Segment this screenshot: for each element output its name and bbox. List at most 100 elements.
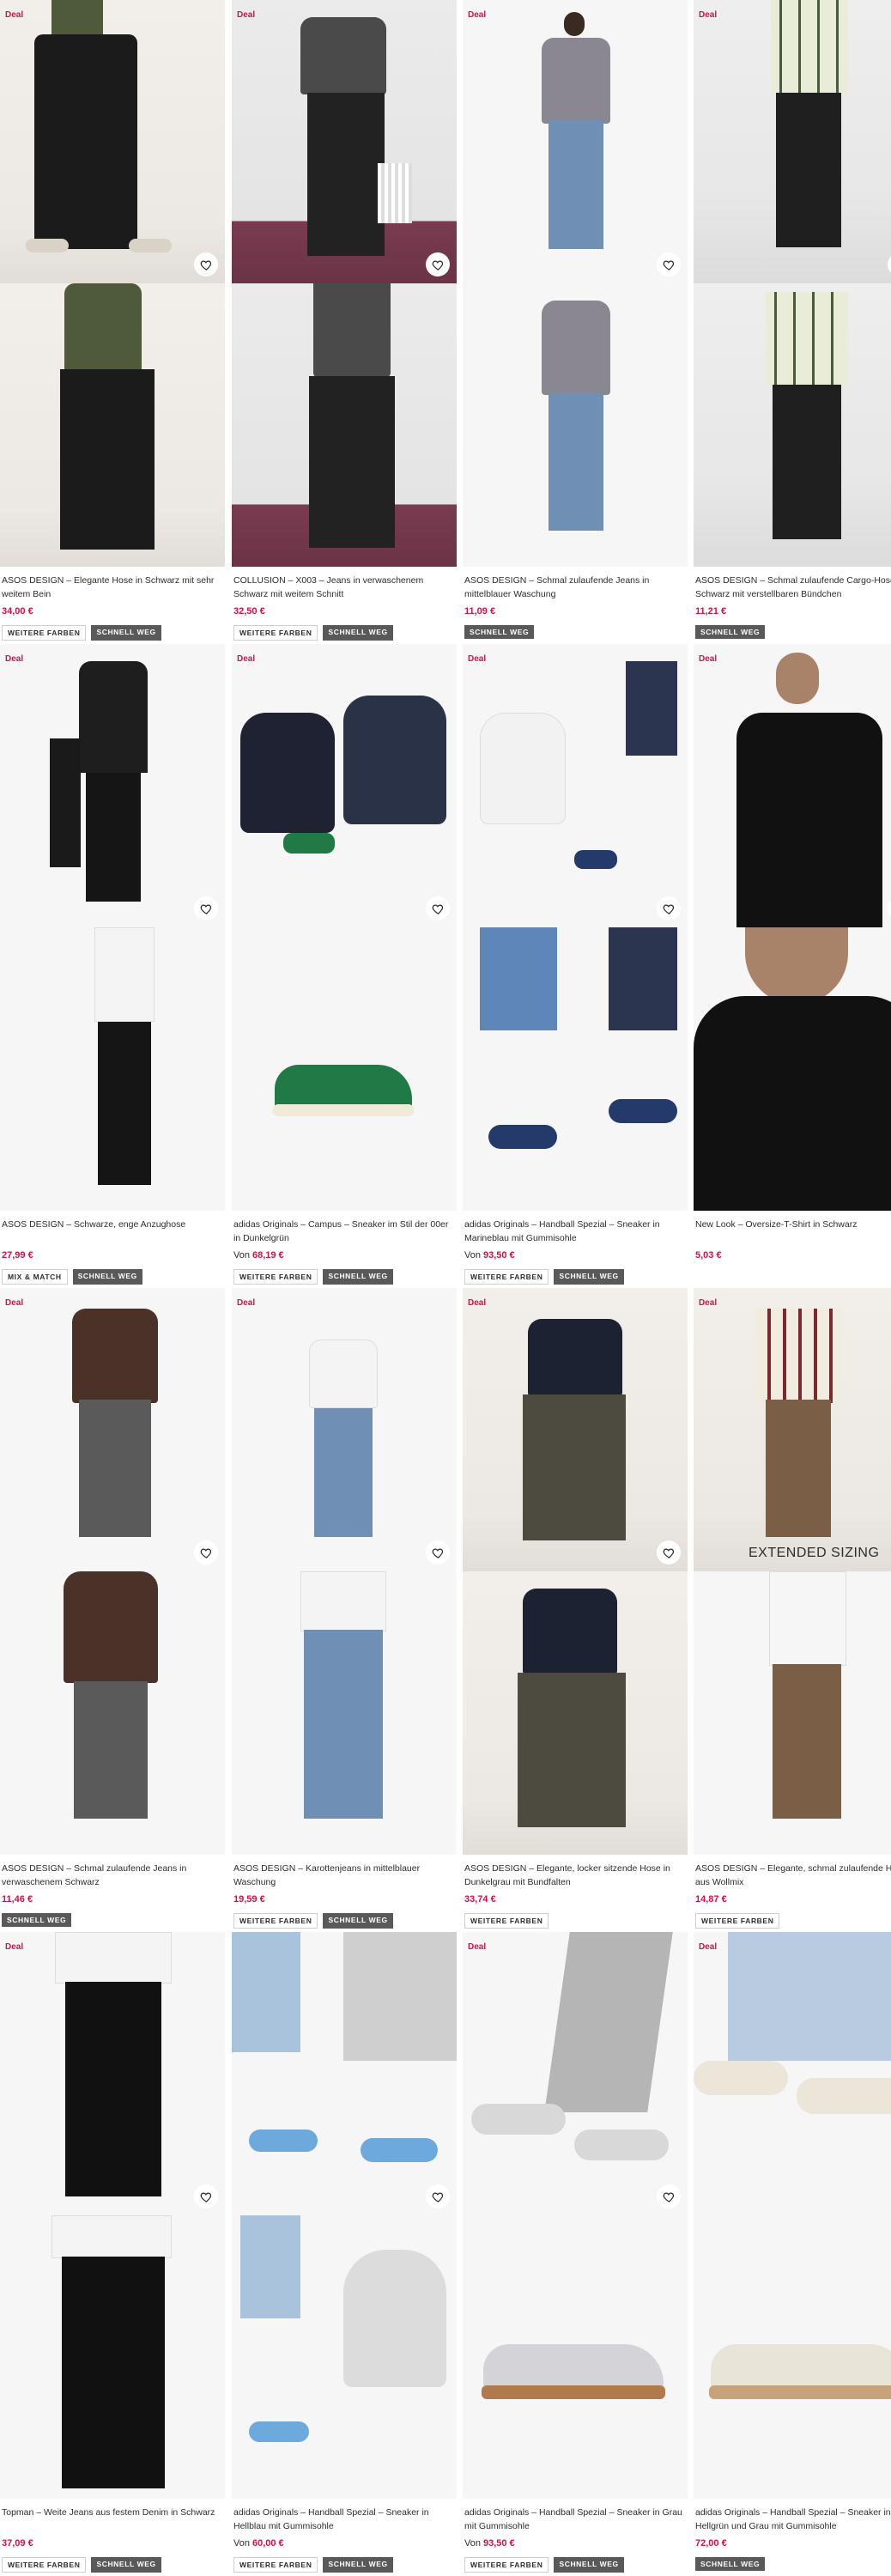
sneaker-sole-graphic bbox=[709, 2385, 891, 2399]
product-title[interactable]: ASOS DESIGN – Karottenjeans in mittelbla… bbox=[233, 1862, 455, 1889]
product-image-alt[interactable] bbox=[0, 927, 225, 1211]
badge: WEITERE FARBEN bbox=[233, 1913, 318, 1929]
product-image[interactable]: Deal EXTENDED SIZING bbox=[694, 1288, 891, 1571]
product-image[interactable]: Deal bbox=[463, 644, 688, 927]
product-title[interactable]: New Look – Oversize-T-Shirt in Schwarz bbox=[695, 1218, 891, 1245]
product-image-alt[interactable] bbox=[0, 1571, 225, 1855]
price-prefix: Von bbox=[233, 2538, 250, 2549]
sneaker-graphic bbox=[471, 2104, 566, 2135]
product-title[interactable]: adidas Originals – Handball Spezial – Sn… bbox=[464, 2506, 686, 2533]
product-image[interactable]: Deal bbox=[232, 1932, 457, 2215]
product-card[interactable]: Deal COLLUSION – X003 – Jeans in verwasc… bbox=[232, 0, 457, 641]
product-image[interactable]: Deal bbox=[463, 1932, 688, 2215]
product-image[interactable]: Deal bbox=[232, 0, 457, 283]
product-image[interactable]: Deal bbox=[0, 1288, 225, 1571]
save-for-later-button[interactable] bbox=[426, 896, 450, 920]
product-image-alt[interactable] bbox=[463, 2215, 688, 2499]
product-card[interactable]: Deal ASOS DESIGN – Elegante Hose in Schw… bbox=[0, 0, 225, 641]
product-image-alt[interactable] bbox=[463, 283, 688, 567]
product-title[interactable]: adidas Originals – Handball Spezial – Sn… bbox=[233, 2506, 455, 2533]
save-for-later-button[interactable] bbox=[194, 1540, 218, 1564]
badge: SCHNELL WEG bbox=[695, 625, 766, 639]
product-price: 11,09 € bbox=[464, 606, 496, 617]
product-title[interactable]: adidas Originals – Handball Spezial – Sn… bbox=[695, 2506, 891, 2533]
product-image-alt[interactable] bbox=[0, 283, 225, 567]
product-card[interactable]: Deal ASOS DESIGN – Schwarze, enge Anzugh… bbox=[0, 644, 225, 1285]
save-for-later-button[interactable] bbox=[888, 896, 891, 920]
jeans-graphic bbox=[314, 1408, 373, 1537]
product-title[interactable]: adidas Originals – Handball Spezial – Sn… bbox=[464, 1218, 686, 1245]
deal-badge: Deal bbox=[468, 1298, 487, 1308]
save-for-later-button[interactable] bbox=[194, 896, 218, 920]
product-image-alt[interactable] bbox=[463, 1571, 688, 1855]
product-image-alt[interactable] bbox=[232, 283, 457, 567]
deal-badge: Deal bbox=[237, 654, 256, 664]
tshirt-graphic bbox=[52, 2215, 172, 2258]
denim-shorts-graphic bbox=[240, 2215, 300, 2318]
save-for-later-button[interactable] bbox=[194, 252, 218, 276]
product-title[interactable]: ASOS DESIGN – Schwarze, enge Anzughose bbox=[2, 1218, 223, 1245]
jeans-graphic bbox=[74, 1681, 148, 1819]
product-image[interactable]: Deal bbox=[0, 644, 225, 927]
save-for-later-button[interactable] bbox=[426, 2184, 450, 2208]
product-card[interactable]: Deal Topman – Weite Jeans aus festem Den… bbox=[0, 1932, 225, 2573]
sneaker-graphic bbox=[275, 1065, 412, 1109]
product-image[interactable]: Deal bbox=[463, 0, 688, 283]
save-for-later-button[interactable] bbox=[194, 2184, 218, 2208]
product-title[interactable]: ASOS DESIGN – Schmal zulaufende Jeans in… bbox=[464, 574, 686, 601]
product-card[interactable]: Deal adidas Originals – Campus – Sneaker… bbox=[232, 644, 457, 1285]
product-image-alt[interactable] bbox=[232, 2215, 457, 2499]
product-title[interactable]: ASOS DESIGN – Elegante, locker sitzende … bbox=[464, 1862, 686, 1889]
product-image-alt[interactable] bbox=[694, 927, 891, 1211]
product-title[interactable]: COLLUSION – X003 – Jeans in verwaschenem… bbox=[233, 574, 455, 601]
product-card[interactable]: Deal ASOS DESIGN – Elegante, locker sitz… bbox=[463, 1288, 688, 1929]
product-image[interactable]: Deal bbox=[0, 0, 225, 283]
product-card[interactable]: Deal adidas Originals – Handball Spezial… bbox=[463, 644, 688, 1285]
badge-row: WEITERE FARBEN bbox=[695, 1913, 891, 1929]
sweater-graphic bbox=[313, 283, 391, 378]
product-card[interactable]: Deal ASOS DESIGN – Schmal zulaufende Car… bbox=[694, 0, 891, 639]
product-title[interactable]: ASOS DESIGN – Schmal zulaufende Cargo-Ho… bbox=[695, 574, 891, 601]
save-for-later-button[interactable] bbox=[657, 896, 681, 920]
product-card[interactable]: Deal adidas Originals – Handball Spezial… bbox=[463, 1932, 688, 2573]
product-image-alt[interactable] bbox=[232, 927, 457, 1211]
product-image-alt[interactable] bbox=[0, 2215, 225, 2499]
product-price: 37,09 € bbox=[2, 2538, 33, 2549]
product-price: 34,00 € bbox=[2, 606, 33, 617]
save-for-later-button[interactable] bbox=[426, 252, 450, 276]
product-image[interactable]: Deal bbox=[232, 1288, 457, 1571]
deal-badge: Deal bbox=[699, 1942, 718, 1952]
badge: WEITERE FARBEN bbox=[2, 625, 87, 641]
product-price: 5,03 € bbox=[695, 1250, 722, 1261]
product-image[interactable]: Deal bbox=[694, 1932, 891, 2215]
product-image-alt[interactable] bbox=[694, 283, 891, 567]
product-image-alt[interactable] bbox=[463, 927, 688, 1211]
badge-row: WEITERE FARBEN SCHNELL WEG bbox=[464, 1269, 686, 1285]
product-card[interactable]: Deal New Look – Oversize-T-Shirt in Schw… bbox=[694, 644, 891, 1261]
save-for-later-button[interactable] bbox=[657, 2184, 681, 2208]
product-image[interactable]: Deal bbox=[694, 0, 891, 283]
product-image[interactable]: Deal bbox=[0, 1932, 225, 2215]
product-title[interactable]: ASOS DESIGN – Schmal zulaufende Jeans in… bbox=[2, 1862, 223, 1889]
shirt-graphic bbox=[64, 283, 142, 369]
product-card[interactable]: Deal adidas Originals – Handball Spezial… bbox=[232, 1932, 457, 2573]
product-image-alt[interactable] bbox=[694, 1571, 891, 1855]
product-card[interactable]: Deal EXTENDED SIZING ASOS DESIGN – Elega… bbox=[694, 1288, 891, 1929]
save-for-later-button[interactable] bbox=[426, 1540, 450, 1564]
product-image[interactable]: Deal bbox=[463, 1288, 688, 1571]
product-card[interactable]: Deal ASOS DESIGN – Schmal zulaufende Jea… bbox=[463, 0, 688, 639]
product-title[interactable]: ASOS DESIGN – Elegante, schmal zulaufend… bbox=[695, 1862, 891, 1889]
product-card[interactable]: Deal adidas Originals – Handball Spezial… bbox=[694, 1932, 891, 2571]
product-image[interactable]: Deal bbox=[232, 644, 457, 927]
product-image[interactable]: Deal bbox=[694, 644, 891, 927]
product-image-alt[interactable] bbox=[232, 1571, 457, 1855]
save-for-later-button[interactable] bbox=[888, 252, 891, 276]
save-for-later-button[interactable] bbox=[657, 1540, 681, 1564]
product-card[interactable]: Deal ASOS DESIGN – Karottenjeans in mitt… bbox=[232, 1288, 457, 1929]
product-title[interactable]: Topman – Weite Jeans aus festem Denim in… bbox=[2, 2506, 223, 2533]
save-for-later-button[interactable] bbox=[657, 252, 681, 276]
product-title[interactable]: adidas Originals – Campus – Sneaker im S… bbox=[233, 1218, 455, 1245]
product-card[interactable]: Deal ASOS DESIGN – Schmal zulaufende Jea… bbox=[0, 1288, 225, 1927]
product-title[interactable]: ASOS DESIGN – Elegante Hose in Schwarz m… bbox=[2, 574, 223, 601]
product-image-alt[interactable] bbox=[694, 2215, 891, 2499]
